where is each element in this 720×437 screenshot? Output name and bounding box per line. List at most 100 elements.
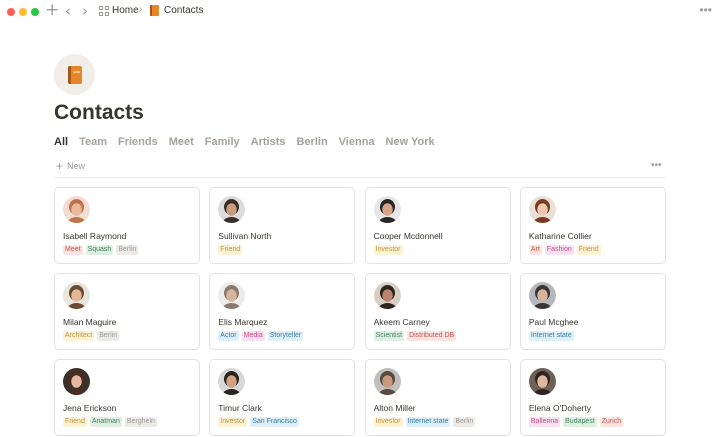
contact-name: Akeem Carney bbox=[373, 317, 430, 327]
title-bar: + ‹ › Home › Contacts ••• bbox=[0, 0, 720, 24]
tag-badge: Investor bbox=[373, 417, 403, 427]
tag-badge: Art bbox=[528, 245, 542, 255]
contact-card[interactable]: Cooper Mcdonnell Investor bbox=[364, 187, 511, 264]
home-grid-icon bbox=[99, 6, 109, 16]
window-close-button[interactable] bbox=[7, 8, 15, 16]
breadcrumb-contacts[interactable]: Contacts bbox=[164, 5, 203, 17]
forward-icon[interactable]: › bbox=[82, 3, 88, 19]
avatar bbox=[528, 196, 556, 223]
contact-tags: Architect Berlin bbox=[63, 331, 120, 341]
tag-badge: Berlin bbox=[97, 331, 120, 341]
contact-card[interactable]: Alton Miller Investor Internet state Berlin bbox=[364, 359, 511, 436]
avatar-face bbox=[381, 203, 393, 216]
contact-name: Alton Miller bbox=[373, 403, 416, 413]
new-label: New bbox=[67, 161, 86, 171]
divider bbox=[54, 177, 666, 178]
tag-badge: Friend bbox=[576, 245, 601, 255]
contact-name: Paul Mcghee bbox=[528, 317, 579, 327]
tag-badge: Investor bbox=[373, 245, 403, 255]
contact-tags: Friend bbox=[218, 245, 243, 255]
avatar-face bbox=[226, 289, 237, 302]
avatar bbox=[218, 368, 246, 395]
avatar bbox=[528, 368, 556, 395]
contact-card[interactable]: Katharine Collier Art Fashion Friend bbox=[519, 187, 666, 264]
avatar bbox=[63, 282, 90, 309]
avatar bbox=[373, 196, 401, 223]
plus-icon: + bbox=[56, 159, 64, 173]
contact-tags: Internet state bbox=[528, 331, 574, 341]
contact-card[interactable]: Timur Clark Investor San Francisco bbox=[209, 359, 356, 436]
tab-friends[interactable]: Friends bbox=[118, 136, 158, 150]
contact-name: Jena Erickson bbox=[63, 403, 117, 413]
contact-name: Milan Maguire bbox=[63, 317, 117, 327]
tag-badge: Budapest bbox=[563, 417, 597, 427]
tag-badge: San Francisco bbox=[250, 417, 299, 427]
tag-badge: Internet state bbox=[405, 417, 451, 427]
contact-tags: Investor Internet state Berlin bbox=[373, 417, 476, 427]
tab-meet[interactable]: Meet bbox=[169, 136, 194, 150]
contact-name: Timur Clark bbox=[218, 403, 262, 413]
breadcrumb-separator: › bbox=[139, 4, 143, 15]
book-icon bbox=[150, 5, 159, 16]
tag-badge: Media bbox=[241, 331, 265, 341]
tag-badge: Actor bbox=[218, 331, 239, 341]
avatar bbox=[528, 282, 556, 309]
contact-tags: Meet Squash Berlin bbox=[63, 245, 139, 255]
avatar bbox=[218, 282, 246, 309]
avatar-face bbox=[226, 203, 237, 216]
tab-team[interactable]: Team bbox=[79, 136, 107, 150]
new-tab-icon[interactable]: + bbox=[45, 2, 59, 19]
contact-card[interactable]: Milan Maguire Architect Berlin bbox=[54, 273, 200, 350]
contact-card[interactable]: Jena Erickson Friend Anatman Berghein bbox=[54, 359, 200, 436]
tag-badge: Meet bbox=[63, 245, 83, 255]
more-options-icon[interactable]: ••• bbox=[699, 3, 712, 17]
new-button[interactable]: + New bbox=[56, 159, 86, 173]
contact-card[interactable]: Elena O'Doherty Ballerina Budapest Zurich bbox=[519, 359, 666, 436]
contact-name: Elis Marquez bbox=[218, 317, 268, 327]
window-zoom-button[interactable] bbox=[31, 8, 39, 16]
contact-card[interactable]: Elis Marquez Actor Media Storyteller bbox=[209, 273, 356, 350]
tab-family[interactable]: Family bbox=[205, 136, 240, 150]
contact-card[interactable]: Paul Mcghee Internet state bbox=[519, 273, 666, 350]
back-icon[interactable]: ‹ bbox=[65, 3, 71, 19]
tag-badge: Fashion bbox=[544, 245, 574, 255]
contact-tags: Investor San Francisco bbox=[218, 417, 299, 427]
avatar-face bbox=[537, 289, 548, 302]
contact-name: Cooper Mcdonnell bbox=[373, 231, 443, 241]
tab-new-york[interactable]: New York bbox=[386, 136, 435, 150]
tab-berlin[interactable]: Berlin bbox=[296, 136, 327, 150]
tag-badge: Berlin bbox=[453, 417, 476, 427]
avatar bbox=[218, 196, 246, 223]
view-options-icon[interactable]: ••• bbox=[651, 160, 662, 171]
avatar bbox=[63, 196, 90, 223]
contact-tags: Friend Anatman Berghein bbox=[63, 417, 157, 427]
breadcrumb-home[interactable]: Home bbox=[112, 5, 139, 17]
avatar bbox=[373, 368, 401, 395]
contact-card[interactable]: Akeem Carney Scientist Distributed DB bbox=[364, 273, 511, 350]
tab-all[interactable]: All bbox=[54, 136, 68, 150]
tag-badge: Friend bbox=[63, 417, 87, 427]
contact-name: Katharine Collier bbox=[528, 231, 592, 241]
contact-card[interactable]: Sullivan North Friend bbox=[209, 187, 356, 264]
tag-badge: Squash bbox=[85, 245, 114, 255]
contact-name: Sullivan North bbox=[218, 231, 272, 241]
tag-badge: Berghein bbox=[124, 417, 157, 427]
tag-badge: Internet state bbox=[528, 331, 574, 341]
window-minimize-button[interactable] bbox=[19, 8, 27, 16]
page-icon[interactable] bbox=[54, 54, 95, 95]
avatar-face bbox=[537, 203, 548, 216]
tab-artists[interactable]: Artists bbox=[251, 136, 286, 150]
avatar bbox=[373, 282, 401, 309]
tag-badge: Berlin bbox=[116, 245, 139, 255]
tag-badge: Friend bbox=[218, 245, 243, 255]
tag-badge: Scientist bbox=[373, 331, 405, 341]
tag-badge: Distributed DB bbox=[407, 331, 457, 341]
contact-card[interactable]: Isabell Raymond Meet Squash Berlin bbox=[54, 187, 200, 264]
tab-vienna[interactable]: Vienna bbox=[339, 136, 375, 150]
tag-badge: Architect bbox=[63, 331, 95, 341]
page-title: Contacts bbox=[54, 101, 144, 124]
tag-badge: Investor bbox=[218, 417, 248, 427]
tag-badge: Ballerina bbox=[528, 417, 561, 427]
contact-tags: Scientist Distributed DB bbox=[373, 331, 457, 341]
avatar-face bbox=[381, 375, 393, 388]
